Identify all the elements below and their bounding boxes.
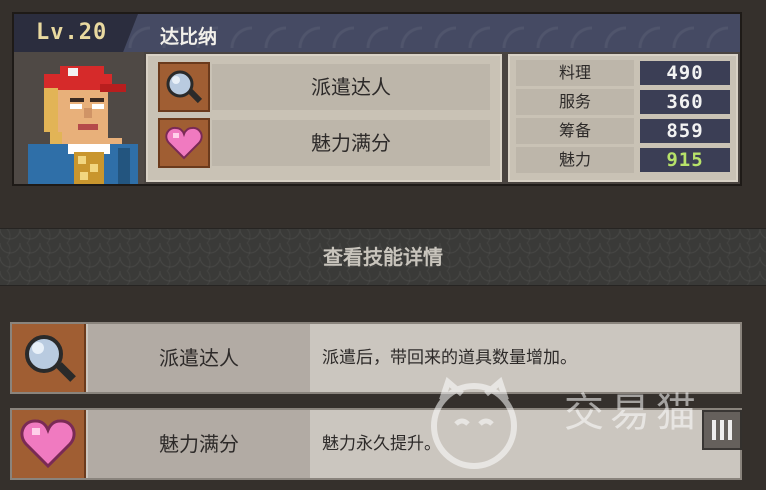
- character-portrait: [14, 52, 144, 184]
- stat-label: 料理: [516, 60, 634, 86]
- skill-detail-row[interactable]: 魅力满分 魅力永久提升。: [10, 408, 742, 480]
- skill-label-box: 派遣达人: [212, 64, 490, 110]
- skill-name: 派遣达人: [311, 75, 391, 99]
- detail-skill-name: 魅力满分: [159, 432, 239, 456]
- detail-description: 派遣后，带回来的道具数量增加。: [322, 348, 577, 368]
- stat-row-charm: 魅力 915: [516, 147, 730, 173]
- detail-skill-name: 派遣达人: [159, 346, 239, 370]
- magnifier-icon: [158, 62, 210, 112]
- detail-description: 魅力永久提升。: [322, 434, 441, 454]
- heart-icon: [12, 410, 86, 478]
- character-name: 达比纳: [160, 26, 218, 48]
- magnifier-icon: [12, 324, 86, 392]
- portrait-icon: [28, 66, 138, 184]
- stat-row-cooking: 料理 490: [516, 60, 730, 86]
- skill-row[interactable]: 派遣达人: [158, 62, 492, 112]
- stat-row-service: 服务 360: [516, 89, 730, 115]
- stat-label: 筹备: [516, 118, 634, 144]
- stat-row-preparation: 筹备 859: [516, 118, 730, 144]
- stat-value: 360: [640, 90, 730, 114]
- stat-label: 魅力: [516, 147, 634, 173]
- card-header: Lv.20 达比纳: [14, 14, 740, 52]
- level-badge: Lv.20: [14, 14, 138, 52]
- skill-label-box: 魅力满分: [212, 120, 490, 166]
- section-title: 查看技能详情: [323, 245, 443, 269]
- detail-name-box: 魅力满分: [88, 410, 310, 478]
- skill-detail-row[interactable]: 派遣达人 派遣后，带回来的道具数量增加。: [10, 322, 742, 394]
- heart-icon: [158, 118, 210, 168]
- character-card: Lv.20 达比纳 派遣达人 魅力满分 料理 490 服务 360 筹备 859…: [12, 12, 742, 186]
- stat-value: 859: [640, 119, 730, 143]
- menu-icon: [712, 420, 732, 440]
- stats-panel: 料理 490 服务 360 筹备 859 魅力 915: [508, 54, 738, 182]
- menu-button[interactable]: [702, 410, 742, 450]
- skill-details-header[interactable]: 查看技能详情: [0, 228, 766, 286]
- detail-name-box: 派遣达人: [88, 324, 310, 392]
- skills-panel: 派遣达人 魅力满分: [146, 54, 502, 182]
- stat-value: 915: [640, 148, 730, 172]
- skill-name: 魅力满分: [311, 131, 391, 155]
- skill-row[interactable]: 魅力满分: [158, 118, 492, 168]
- level-text: Lv.20: [36, 20, 108, 45]
- stat-label: 服务: [516, 89, 634, 115]
- stat-value: 490: [640, 61, 730, 85]
